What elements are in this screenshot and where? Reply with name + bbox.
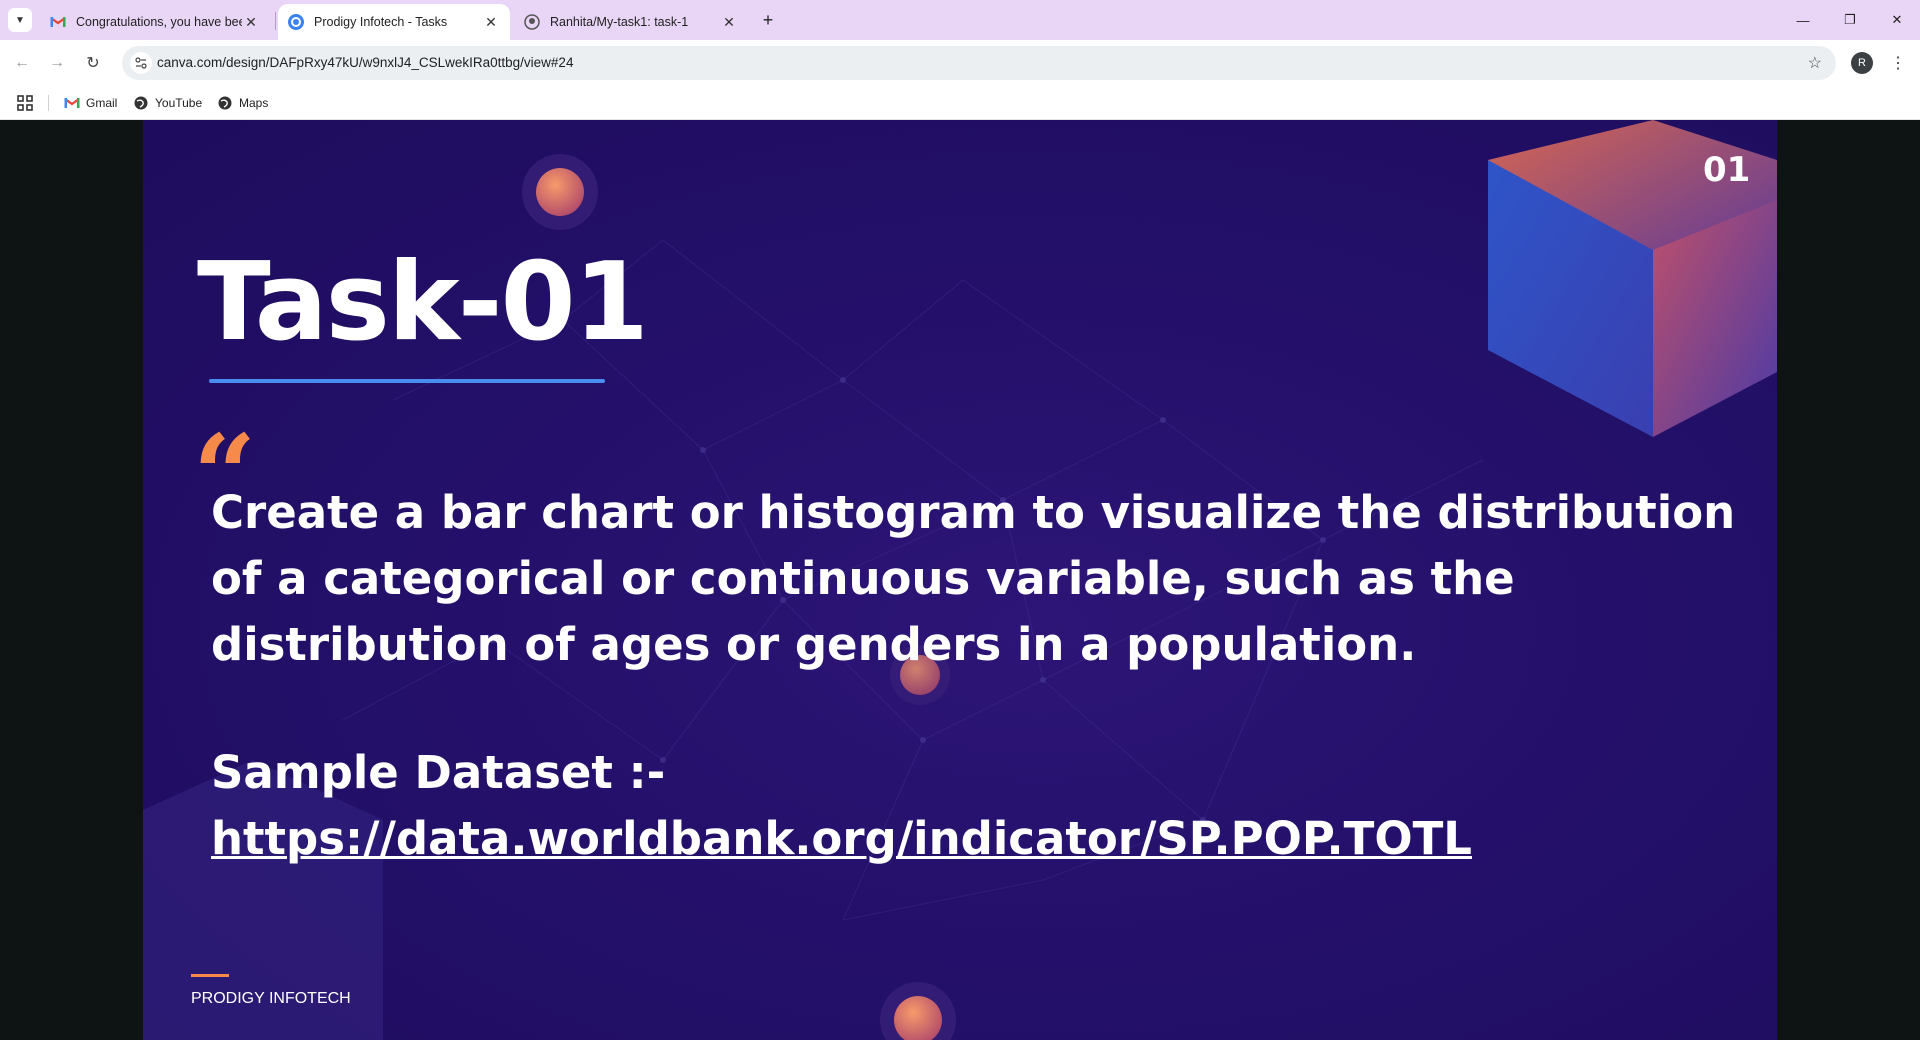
dataset-link[interactable]: https://data.worldbank.org/indicator/SP.…	[211, 812, 1472, 865]
arrow-right-icon: →	[49, 54, 65, 71]
bookmark-gmail[interactable]: Gmail	[64, 93, 117, 113]
bookmark-maps[interactable]: Maps	[217, 93, 268, 113]
bookmark-youtube[interactable]: YouTube	[133, 93, 202, 113]
bookmark-separator	[48, 95, 49, 111]
bookmark-label: Gmail	[86, 96, 118, 110]
tab-gmail[interactable]: Congratulations, you have been ✕	[40, 4, 270, 40]
profile-initial: R	[1858, 57, 1866, 69]
url-text: canva.com/design/DAFpRxy47kU/w9nxlJ4_CSL…	[157, 55, 574, 70]
close-window-button[interactable]: ✕	[1874, 0, 1920, 40]
address-bar[interactable]: canva.com/design/DAFpRxy47kU/w9nxlJ4_CSL…	[122, 46, 1836, 80]
slide-number: 01	[1703, 150, 1751, 190]
star-icon[interactable]: ☆	[1808, 53, 1822, 73]
profile-avatar[interactable]: R	[1851, 52, 1873, 74]
site-info-icon[interactable]	[130, 52, 152, 74]
bookmark-label: YouTube	[155, 96, 203, 110]
presentation-slide: 01 Task-01 “ Create a bar chart or histo…	[143, 120, 1777, 1040]
tab-prodigy[interactable]: Prodigy Infotech - Tasks ✕	[278, 4, 510, 40]
bookmark-label: Maps	[239, 96, 269, 110]
close-icon[interactable]: ✕	[720, 13, 738, 31]
title-underline	[209, 379, 605, 383]
chevron-down-icon: ▼	[15, 14, 25, 26]
arrow-left-icon: ←	[14, 54, 30, 71]
reload-icon: ↻	[86, 55, 100, 72]
footer-accent-line	[191, 974, 229, 977]
tab-title: Ranhita/My-task1: task-1	[550, 15, 689, 29]
canva-icon	[288, 14, 304, 30]
restore-icon: ❐	[1844, 12, 1856, 27]
slide-title: Task-01	[197, 240, 649, 365]
globe-icon	[133, 95, 149, 111]
plus-icon: +	[762, 9, 774, 30]
apps-grid-icon[interactable]	[16, 94, 34, 112]
kebab-menu-icon: ⋮	[1890, 55, 1906, 72]
sample-dataset-label: Sample Dataset :-	[211, 746, 666, 799]
tab-search-button[interactable]: ▼	[8, 8, 32, 32]
close-icon[interactable]: ✕	[242, 13, 260, 31]
page-viewport: 01 Task-01 “ Create a bar chart or histo…	[0, 120, 1920, 1040]
bookmarks-bar: Gmail YouTube Maps	[0, 86, 1920, 120]
close-icon: ✕	[1891, 12, 1903, 27]
tab-strip: ▼ Congratulations, you have been ✕ Prodi…	[0, 0, 1920, 40]
tab-title: Congratulations, you have been	[76, 15, 242, 29]
close-icon[interactable]: ✕	[482, 13, 500, 31]
browser-toolbar: ← → ↻ canva.com/design/DAFpRxy47kU/w9nxl…	[0, 40, 1920, 86]
footer-brand: PRODIGY INFOTECH	[191, 990, 351, 1007]
task-description: Create a bar chart or histogram to visua…	[211, 486, 1736, 671]
github-icon	[524, 14, 540, 30]
forward-button[interactable]: →	[43, 49, 71, 77]
tab-title: Prodigy Infotech - Tasks	[314, 15, 448, 29]
menu-button[interactable]: ⋮	[1888, 51, 1908, 75]
back-button[interactable]: ←	[8, 49, 36, 77]
minimize-icon: —	[1796, 12, 1810, 28]
new-tab-button[interactable]: +	[758, 10, 778, 30]
gmail-icon	[64, 95, 80, 111]
restore-button[interactable]: ❐	[1827, 0, 1873, 40]
globe-icon	[217, 95, 233, 111]
tab-separator	[275, 12, 276, 30]
tab-github[interactable]: Ranhita/My-task1: task-1 ✕	[514, 4, 748, 40]
gmail-icon	[50, 14, 66, 30]
minimize-button[interactable]: —	[1780, 0, 1826, 40]
reload-button[interactable]: ↻	[79, 49, 107, 77]
